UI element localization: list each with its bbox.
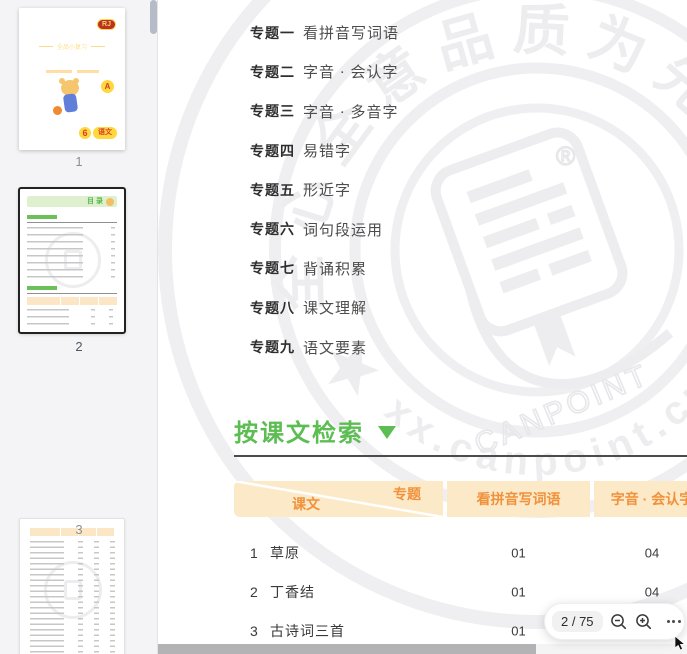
topic-item: 专题三 字音 · 多音字	[250, 92, 399, 131]
toc-mascot-icon	[106, 197, 114, 206]
topic-number: 专题九	[250, 339, 295, 356]
mini-table-header	[27, 297, 117, 305]
page-indicator[interactable]: 2 / 75	[552, 611, 603, 632]
topic-title: 背诵积累	[303, 261, 368, 278]
topic-title: 词句段运用	[303, 222, 384, 239]
grade-badge: 6	[79, 127, 91, 139]
column-header-zira: 字音 · 会认字	[594, 481, 687, 517]
lesson-title: 丁香结	[270, 583, 315, 600]
zoom-in-icon	[635, 613, 651, 629]
mascot-bear	[51, 78, 91, 124]
topic-item: 专题七 背诵积累	[250, 249, 399, 288]
mini-page-col	[111, 227, 115, 282]
page-ref-2: 04	[644, 584, 660, 599]
topic-title: 课文理解	[303, 301, 368, 318]
column-header-pinyin: 看拼音写词语	[447, 481, 590, 517]
page-number-1: 1	[75, 154, 83, 169]
page-number-3: 3	[75, 522, 83, 537]
topic-item: 专题一 看拼音写词语	[250, 13, 399, 52]
mini-section-title-2	[27, 286, 57, 290]
cover-subtitle	[19, 70, 125, 73]
thumbnail-sidebar: RJ 全品小复习 全品知识梳理 A 6 语文 1 目 录 2 3	[0, 0, 158, 654]
section-heading: 按课文检索	[234, 413, 396, 448]
mini-rule	[27, 222, 117, 223]
lesson-title: 古诗词三首	[270, 622, 345, 639]
page-number-2: 2	[75, 339, 83, 354]
collapse-triangle-icon[interactable]	[378, 425, 396, 439]
document-page: 全心全意品质为先 xx.canpoint.cn	[158, 0, 687, 654]
watermark-reg-icon: ®	[556, 141, 575, 171]
lesson-number: 1	[250, 544, 258, 561]
topic-title: 字音 · 会认字	[303, 65, 399, 82]
name-line	[24, 130, 55, 133]
brand-book-icon	[33, 19, 46, 32]
toc-header-bar: 目 录	[27, 196, 117, 207]
publisher-line	[40, 144, 104, 146]
topic-title: 语文要素	[303, 340, 368, 357]
topic-index-list: 专题一 看拼音写词语 专题二 字音 · 会认字 专题三 字音 · 多音字 专题四 易错字…	[250, 13, 399, 367]
topic-item: 专题八 课文理解	[250, 288, 399, 327]
horizontal-scrollbar[interactable]	[158, 644, 687, 654]
corner-header-topic: 专题	[393, 486, 421, 502]
table-corner-header: 专题 课文	[234, 481, 443, 517]
lesson-number: 3	[250, 622, 258, 639]
sidebar-scrollbar-thumb[interactable]	[150, 0, 157, 34]
mini-text-rows	[27, 227, 83, 282]
cover-title: 全品知识梳理	[32, 53, 111, 67]
mini-table-col	[110, 541, 115, 653]
mini-table-rows	[27, 309, 69, 329]
topic-title: 字音 · 多音字	[303, 104, 399, 121]
page-ref-1: 01	[511, 584, 526, 599]
section-rule	[234, 455, 687, 457]
table-row: 1 草原 01 04	[158, 533, 687, 572]
corner-header-lesson: 课文	[292, 496, 320, 512]
topic-number: 专题五	[250, 181, 295, 198]
thumbnail-page-2[interactable]: 目 录	[18, 187, 126, 334]
topic-item: 专题五 形近字	[250, 170, 399, 209]
cover-rj-badge: RJ	[97, 19, 116, 30]
cover-series: 全品小复习	[19, 42, 125, 51]
toc-title: 目 录	[87, 198, 103, 205]
thumbnail-page-3[interactable]	[19, 518, 125, 654]
topic-item: 专题四 易错字	[250, 131, 399, 170]
topic-number: 专题四	[250, 142, 295, 159]
topic-title: 形近字	[303, 183, 352, 200]
subject-badge: 语文	[93, 127, 117, 139]
zoom-out-button[interactable]	[610, 613, 628, 631]
topic-number: 专题三	[250, 103, 295, 120]
class-line	[24, 137, 55, 140]
mini-table-rows	[30, 541, 64, 653]
topic-item: 专题九 语文要素	[250, 327, 399, 366]
zoom-in-button[interactable]	[635, 613, 653, 631]
lesson-number: 2	[250, 583, 258, 600]
topic-item: 专题六 词句段运用	[250, 209, 399, 248]
page-ref-2: 04	[644, 545, 660, 560]
page-ref-1: 01	[511, 545, 526, 560]
topic-title: 看拼音写词语	[303, 26, 400, 43]
book-cover: RJ 全品小复习 全品知识梳理 A 6 语文	[19, 8, 125, 150]
topic-item: 专题二 字音 · 会认字	[250, 52, 399, 91]
topic-number: 专题一	[250, 24, 295, 41]
mini-table-col	[91, 309, 95, 329]
topic-number: 专题八	[250, 299, 295, 316]
pdf-viewer: RJ 全品小复习 全品知识梳理 A 6 语文 1 目 录 2 3 全心全意品质为…	[0, 0, 687, 654]
more-options-button[interactable]	[666, 620, 681, 623]
topic-number: 专题二	[250, 63, 295, 80]
section-heading-text: 按课文检索	[234, 420, 364, 447]
viewer-toolbar: 2 / 75	[544, 603, 685, 640]
mouse-cursor	[675, 636, 686, 651]
mini-table-col	[94, 541, 99, 653]
mini-table-col	[78, 541, 83, 653]
edition-badge: A	[101, 80, 114, 93]
topic-number: 专题六	[250, 221, 295, 238]
horizontal-scrollbar-thumb[interactable]	[158, 644, 536, 654]
topic-title: 易错字	[303, 144, 352, 161]
thumbnail-page-1[interactable]: RJ 全品小复习 全品知识梳理 A 6 语文	[19, 8, 125, 150]
lesson-title: 草原	[270, 544, 300, 561]
mini-table-col	[109, 309, 113, 329]
topic-number: 专题七	[250, 260, 295, 277]
zoom-out-icon	[610, 613, 626, 629]
mini-section-title	[27, 215, 57, 219]
mini-rule-2	[27, 293, 117, 294]
